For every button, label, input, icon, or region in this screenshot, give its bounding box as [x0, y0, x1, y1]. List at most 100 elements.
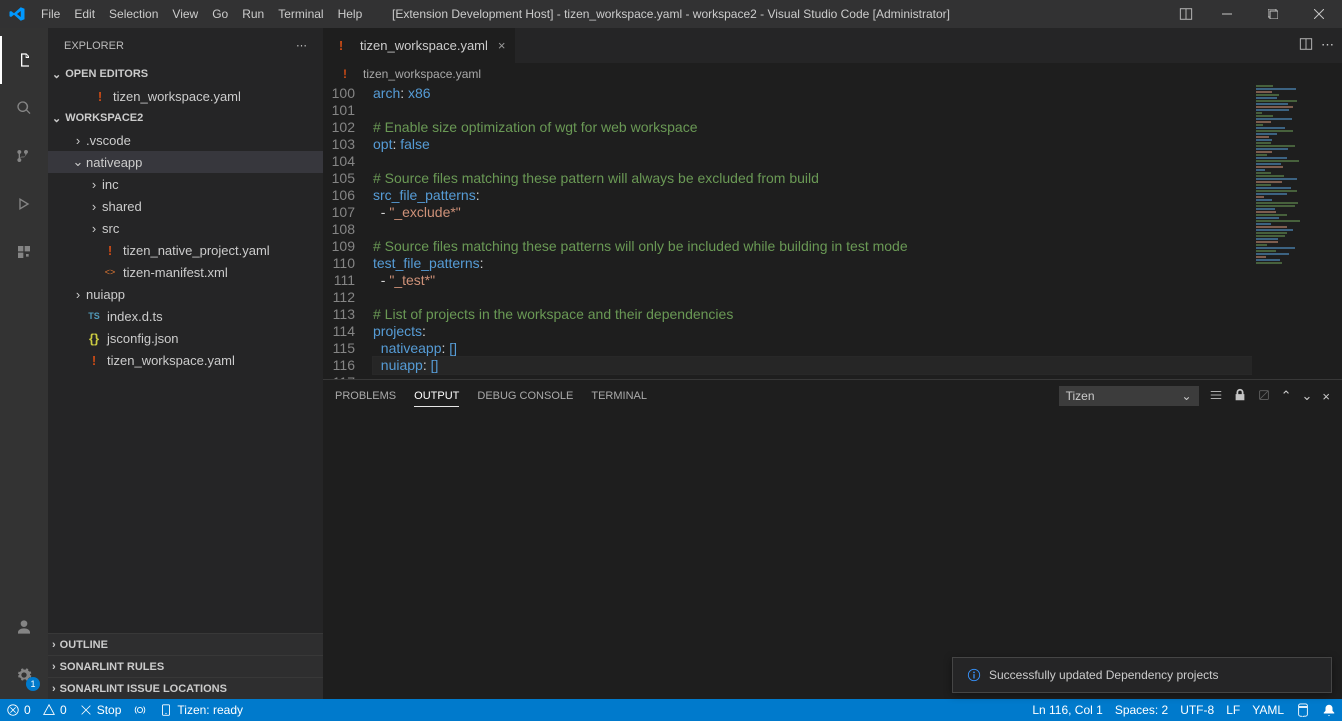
file-manifest[interactable]: <>tizen-manifest.xml [48, 261, 323, 283]
search-activity[interactable] [0, 84, 48, 132]
clear-output-icon[interactable] [1257, 388, 1271, 405]
status-eol[interactable]: LF [1220, 699, 1246, 721]
menu-run[interactable]: Run [235, 0, 271, 28]
menu-terminal[interactable]: Terminal [271, 0, 330, 28]
menu-edit[interactable]: Edit [67, 0, 102, 28]
status-notifications-icon[interactable] [1316, 699, 1342, 721]
open-editor-filename: tizen_workspace.yaml [113, 89, 241, 104]
folder-label: shared [102, 199, 142, 214]
panel-expand-icon[interactable]: ⌃ [1281, 388, 1292, 404]
accounts-activity[interactable] [0, 603, 48, 651]
panel-tab-output[interactable]: OUTPUT [414, 386, 459, 407]
file-index[interactable]: TS index.d.ts [48, 305, 323, 327]
explorer-title: EXPLORER [64, 40, 124, 52]
menu-help[interactable]: Help [331, 0, 370, 28]
open-editors-section[interactable]: ⌄ OPEN EDITORS [48, 63, 323, 85]
output-content[interactable] [323, 412, 1342, 699]
folder-inc[interactable]: ›inc [48, 173, 323, 195]
file-label: index.d.ts [107, 309, 163, 324]
editor-area: ! tizen_workspace.yaml × ! tizen_workspa… [323, 28, 1342, 699]
workspace-section[interactable]: ⌄ WORKSPACE2 [48, 107, 323, 129]
statusbar: 0 0 Stop Tizen: ready Ln 116, Col 1 Spac… [0, 699, 1342, 721]
extensions-activity[interactable] [0, 228, 48, 276]
chevron-down-icon: ⌄ [72, 154, 84, 170]
panel-collapse-icon[interactable]: ⌄ [1302, 388, 1313, 404]
titlebar: FileEditSelectionViewGoRunTerminalHelp [… [0, 0, 1342, 28]
workspace-label: WORKSPACE2 [65, 112, 143, 124]
minimize-button[interactable] [1204, 0, 1250, 28]
notification-toast[interactable]: Successfully updated Dependency projects [952, 657, 1332, 693]
menu-view[interactable]: View [165, 0, 205, 28]
sidebar-content: ⌄ OPEN EDITORS × ! tizen_workspace.yaml … [48, 63, 323, 633]
main: 1 EXPLORER ⌄ OPEN EDITORS × ! tizen_work… [0, 28, 1342, 699]
editor[interactable]: 1001011021031041051061071081091101111121… [323, 85, 1252, 379]
close-tab-icon[interactable]: × [498, 38, 506, 53]
scm-activity[interactable] [0, 132, 48, 180]
chevron-down-icon: ⌄ [52, 68, 61, 81]
chevron-down-icon: ⌄ [1182, 389, 1192, 403]
outline-section[interactable]: ›OUTLINE [48, 633, 323, 655]
panel-close-icon[interactable]: × [1322, 389, 1330, 404]
panel-tab-debug[interactable]: DEBUG CONSOLE [477, 386, 573, 407]
status-tizen-ready[interactable]: Tizen: ready [153, 699, 249, 721]
status-live[interactable] [127, 699, 153, 721]
panel-tab-terminal[interactable]: TERMINAL [591, 386, 647, 407]
status-lncol[interactable]: Ln 116, Col 1 [1026, 699, 1109, 721]
settings-activity[interactable]: 1 [0, 651, 48, 699]
status-errors[interactable]: 0 0 [0, 699, 73, 721]
ts-icon: TS [86, 308, 102, 324]
open-editor-item[interactable]: × ! tizen_workspace.yaml [48, 85, 323, 107]
folder-src[interactable]: ›src [48, 217, 323, 239]
maximize-button[interactable] [1250, 0, 1296, 28]
lock-scroll-icon[interactable] [1233, 388, 1247, 405]
folder-vscode[interactable]: ›.vscode [48, 129, 323, 151]
panel-tab-problems[interactable]: PROBLEMS [335, 386, 396, 407]
vscode-logo-icon [8, 5, 26, 23]
layout-toggle-button[interactable] [1168, 0, 1204, 28]
sonar-rules-label: SONARLINT RULES [60, 661, 165, 673]
menu-file[interactable]: File [34, 0, 67, 28]
file-workspace[interactable]: ! tizen_workspace.yaml [48, 349, 323, 371]
menu-go[interactable]: Go [205, 0, 235, 28]
split-editor-icon[interactable] [1299, 37, 1313, 54]
yaml-icon: ! [102, 242, 118, 258]
output-settings-icon[interactable] [1209, 388, 1223, 405]
code-content[interactable]: arch: x86 # Enable size optimization of … [373, 85, 1252, 379]
status-language[interactable]: YAML [1246, 699, 1290, 721]
tab-label: tizen_workspace.yaml [360, 38, 488, 53]
folder-nativeapp[interactable]: ⌄nativeapp [48, 151, 323, 173]
folder-shared[interactable]: ›shared [48, 195, 323, 217]
close-button[interactable] [1296, 0, 1342, 28]
file-label: tizen_workspace.yaml [107, 353, 235, 368]
yaml-icon: ! [333, 38, 349, 54]
menu-selection[interactable]: Selection [102, 0, 165, 28]
minimap[interactable] [1252, 85, 1342, 379]
output-channel-select[interactable]: Tizen⌄ [1059, 386, 1199, 406]
yaml-icon: ! [86, 352, 102, 368]
chevron-down-icon: ⌄ [52, 112, 61, 125]
sidebar-more-icon[interactable] [296, 39, 307, 52]
file-label: tizen_native_project.yaml [123, 243, 270, 258]
tab-workspace-yaml[interactable]: ! tizen_workspace.yaml × [323, 28, 516, 63]
file-native-project[interactable]: ! tizen_native_project.yaml [48, 239, 323, 261]
sonar-rules-section[interactable]: ›SONARLINT RULES [48, 655, 323, 677]
status-spaces[interactable]: Spaces: 2 [1109, 699, 1174, 721]
chevron-right-icon: › [52, 639, 56, 651]
sonar-issues-section[interactable]: ›SONARLINT ISSUE LOCATIONS [48, 677, 323, 699]
tizen-status-label: Tizen: ready [177, 703, 243, 717]
activity-bar: 1 [0, 28, 48, 699]
sonar-issues-label: SONARLINT ISSUE LOCATIONS [60, 683, 227, 695]
run-activity[interactable] [0, 180, 48, 228]
folder-nuiapp[interactable]: ›nuiapp [48, 283, 323, 305]
more-actions-icon[interactable] [1321, 37, 1334, 54]
folder-label: .vscode [86, 133, 131, 148]
errors-count: 0 [24, 703, 31, 717]
status-feedback-icon[interactable] [1290, 699, 1316, 721]
explorer-activity[interactable] [0, 36, 48, 84]
notification-text: Successfully updated Dependency projects [989, 668, 1218, 682]
file-jsconfig[interactable]: {}jsconfig.json [48, 327, 323, 349]
warnings-count: 0 [60, 703, 67, 717]
status-encoding[interactable]: UTF-8 [1174, 699, 1220, 721]
breadcrumb[interactable]: ! tizen_workspace.yaml [323, 63, 1342, 85]
status-stop[interactable]: Stop [73, 699, 128, 721]
